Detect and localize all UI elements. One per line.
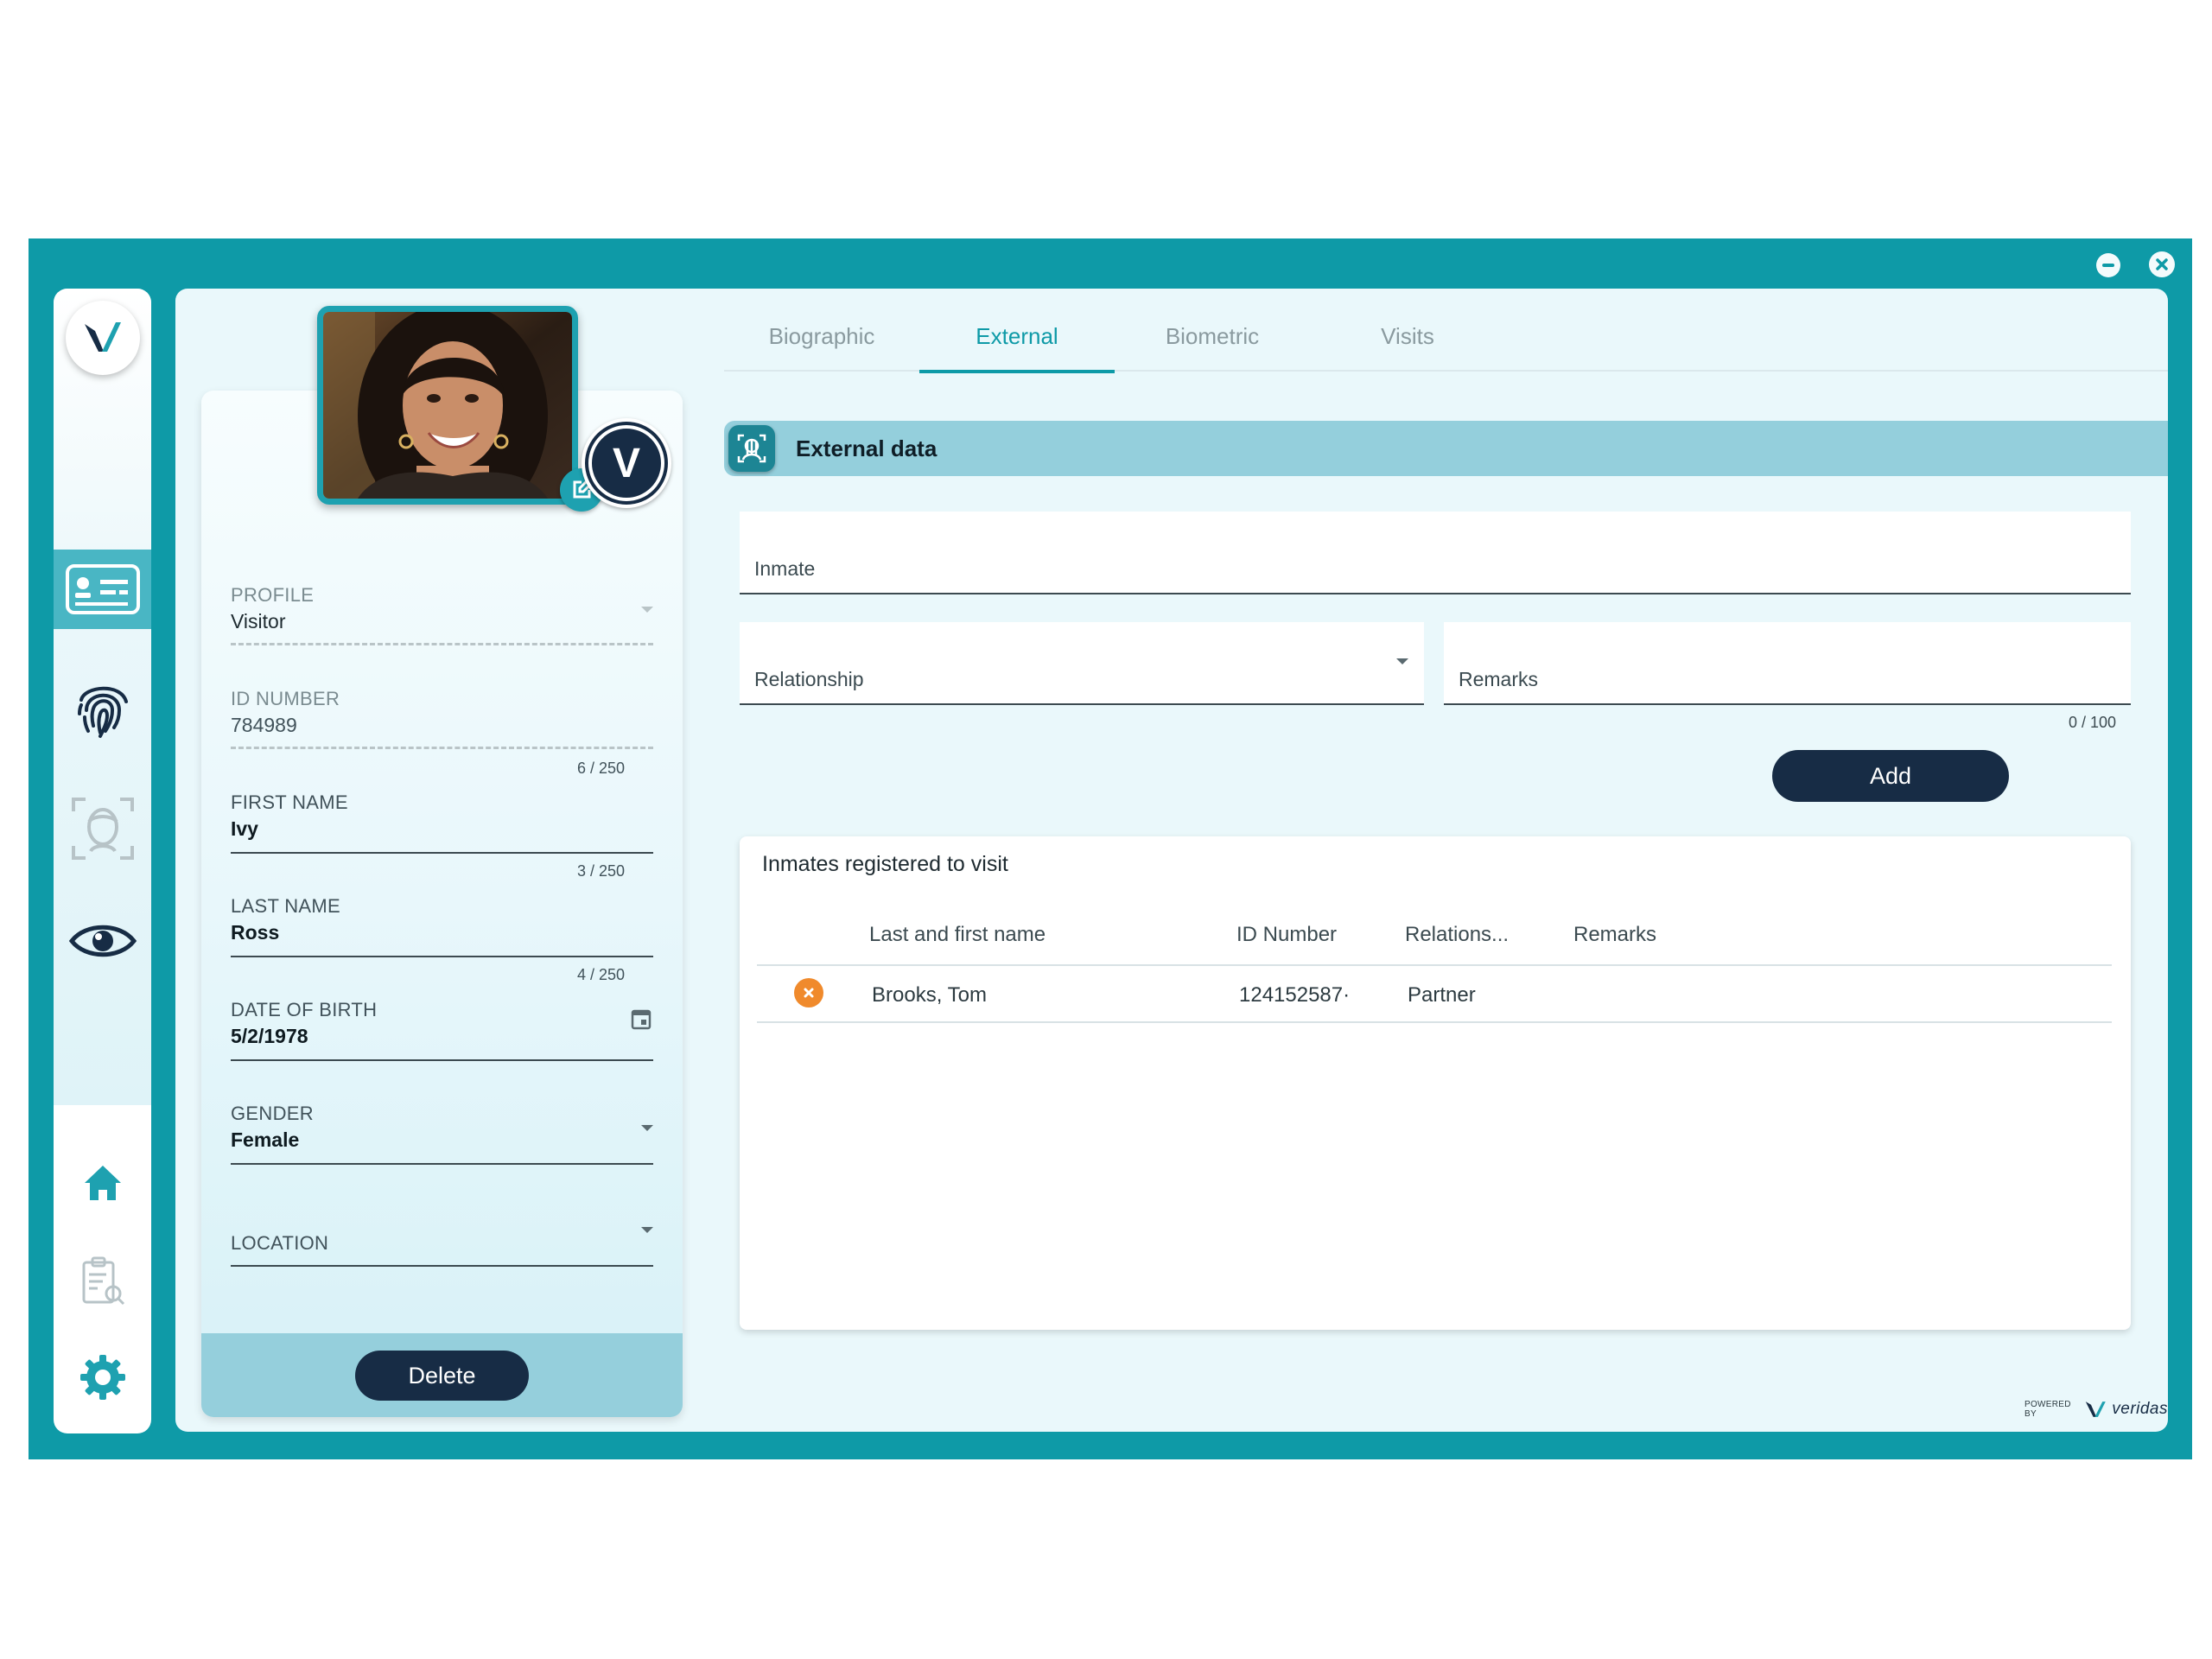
section-title: External data xyxy=(796,435,938,461)
column-header-relationship[interactable]: Relations... xyxy=(1405,923,1509,947)
profile-label: PROFILE xyxy=(231,584,315,606)
first-name-counter: 3 / 250 xyxy=(576,862,625,880)
field-underline xyxy=(231,643,653,645)
column-header-id-number[interactable]: ID Number xyxy=(1236,923,1337,947)
remarks-label: Remarks xyxy=(1459,668,1539,690)
gender-field[interactable]: GENDER Female xyxy=(231,1103,653,1172)
id-number-field[interactable]: ID NUMBER 784989 6 / 250 xyxy=(231,688,653,783)
settings-icon[interactable] xyxy=(54,1343,151,1412)
calendar-icon[interactable] xyxy=(631,1007,652,1034)
first-name-value: Ivy xyxy=(231,817,258,840)
field-underline xyxy=(231,852,653,854)
face-scan-icon[interactable] xyxy=(54,790,151,868)
gender-label: GENDER xyxy=(231,1103,314,1124)
delete-button[interactable]: Delete xyxy=(355,1351,529,1401)
tab-biographic[interactable]: Biographic xyxy=(724,323,919,372)
inmate-label: Inmate xyxy=(754,557,816,580)
report-search-icon[interactable] xyxy=(54,1248,151,1317)
tab-visits[interactable]: Visits xyxy=(1310,323,1505,372)
location-field[interactable]: LOCATION xyxy=(231,1206,653,1275)
chevron-down-icon[interactable] xyxy=(641,1125,653,1131)
external-data-header: External data xyxy=(724,421,2168,476)
veridas-logo-icon xyxy=(2085,1402,2106,1417)
chevron-down-icon[interactable] xyxy=(641,1227,653,1233)
id-card-icon[interactable] xyxy=(54,550,151,629)
field-underline xyxy=(231,747,653,749)
app-logo[interactable] xyxy=(66,301,140,375)
id-number-counter: 6 / 250 xyxy=(576,760,625,777)
inmate-input[interactable]: Inmate xyxy=(740,512,2131,594)
field-underline xyxy=(231,1059,653,1061)
verified-badge: V xyxy=(582,418,671,508)
sidebar xyxy=(54,289,151,1433)
tab-biometric[interactable]: Biometric xyxy=(1115,323,1310,372)
app-window: PROFILE Visitor ID NUMBER 784989 6 / 250… xyxy=(29,238,2192,1459)
inmates-table: Inmates registered to visit Last and fir… xyxy=(740,836,2131,1330)
last-name-field[interactable]: LAST NAME Ross 4 / 250 xyxy=(231,895,653,990)
fingerprint-icon[interactable] xyxy=(54,669,151,747)
relationship-label: Relationship xyxy=(754,668,864,690)
minimize-icon[interactable] xyxy=(2096,253,2120,277)
date-of-birth-label: DATE OF BIRTH xyxy=(231,999,378,1020)
home-icon[interactable] xyxy=(54,1153,151,1213)
row-divider xyxy=(757,1021,2112,1023)
date-of-birth-value: 5/2/1978 xyxy=(231,1025,308,1047)
id-number-value: 784989 xyxy=(231,714,297,736)
badge-letter: V xyxy=(612,440,640,486)
remarks-counter: 0 / 100 xyxy=(2069,714,2117,731)
remove-row-icon[interactable] xyxy=(794,978,823,1007)
powered-by: POWERED BY veridas xyxy=(2024,1399,2168,1420)
field-underline xyxy=(231,1265,653,1267)
first-name-field[interactable]: FIRST NAME Ivy 3 / 250 xyxy=(231,791,653,887)
row-id-number: 124152587· xyxy=(1239,983,1351,1007)
gender-value: Female xyxy=(231,1128,300,1151)
profile-value: Visitor xyxy=(231,610,286,632)
profile-card: PROFILE Visitor ID NUMBER 784989 6 / 250… xyxy=(201,391,683,1417)
date-of-birth-field[interactable]: DATE OF BIRTH 5/2/1978 xyxy=(231,999,653,1068)
column-header-name[interactable]: Last and first name xyxy=(869,923,1046,947)
location-label: LOCATION xyxy=(231,1232,329,1254)
add-button[interactable]: Add xyxy=(1772,750,2009,802)
chevron-down-icon[interactable] xyxy=(641,607,653,613)
inmate-icon xyxy=(728,425,775,472)
header-divider xyxy=(757,964,2112,966)
column-header-remarks[interactable]: Remarks xyxy=(1573,923,1656,947)
relationship-select[interactable]: Relationship xyxy=(740,622,1424,705)
row-name: Brooks, Tom xyxy=(872,983,987,1007)
field-underline xyxy=(231,1163,653,1165)
id-number-label: ID NUMBER xyxy=(231,688,340,709)
close-icon[interactable] xyxy=(2149,251,2175,277)
main-panel: PROFILE Visitor ID NUMBER 784989 6 / 250… xyxy=(175,289,2168,1432)
row-relationship: Partner xyxy=(1408,983,1476,1007)
profile-field[interactable]: PROFILE Visitor xyxy=(231,584,653,646)
last-name-value: Ross xyxy=(231,921,280,944)
profile-photo xyxy=(317,306,578,505)
chevron-down-icon[interactable] xyxy=(1396,658,1408,664)
tab-bar: Biographic External Biometric Visits xyxy=(724,323,2168,373)
tab-external[interactable]: External xyxy=(919,323,1115,373)
eye-icon[interactable] xyxy=(54,911,151,971)
last-name-label: LAST NAME xyxy=(231,895,340,917)
powered-by-brand: veridas xyxy=(2112,1400,2168,1418)
last-name-counter: 4 / 250 xyxy=(576,966,625,983)
field-underline xyxy=(231,956,653,957)
profile-card-footer: Delete xyxy=(201,1333,683,1417)
table-title: Inmates registered to visit xyxy=(762,852,1008,876)
remarks-input[interactable]: Remarks xyxy=(1444,622,2131,705)
powered-by-text: POWERED BY xyxy=(2024,1400,2071,1419)
first-name-label: FIRST NAME xyxy=(231,791,348,813)
